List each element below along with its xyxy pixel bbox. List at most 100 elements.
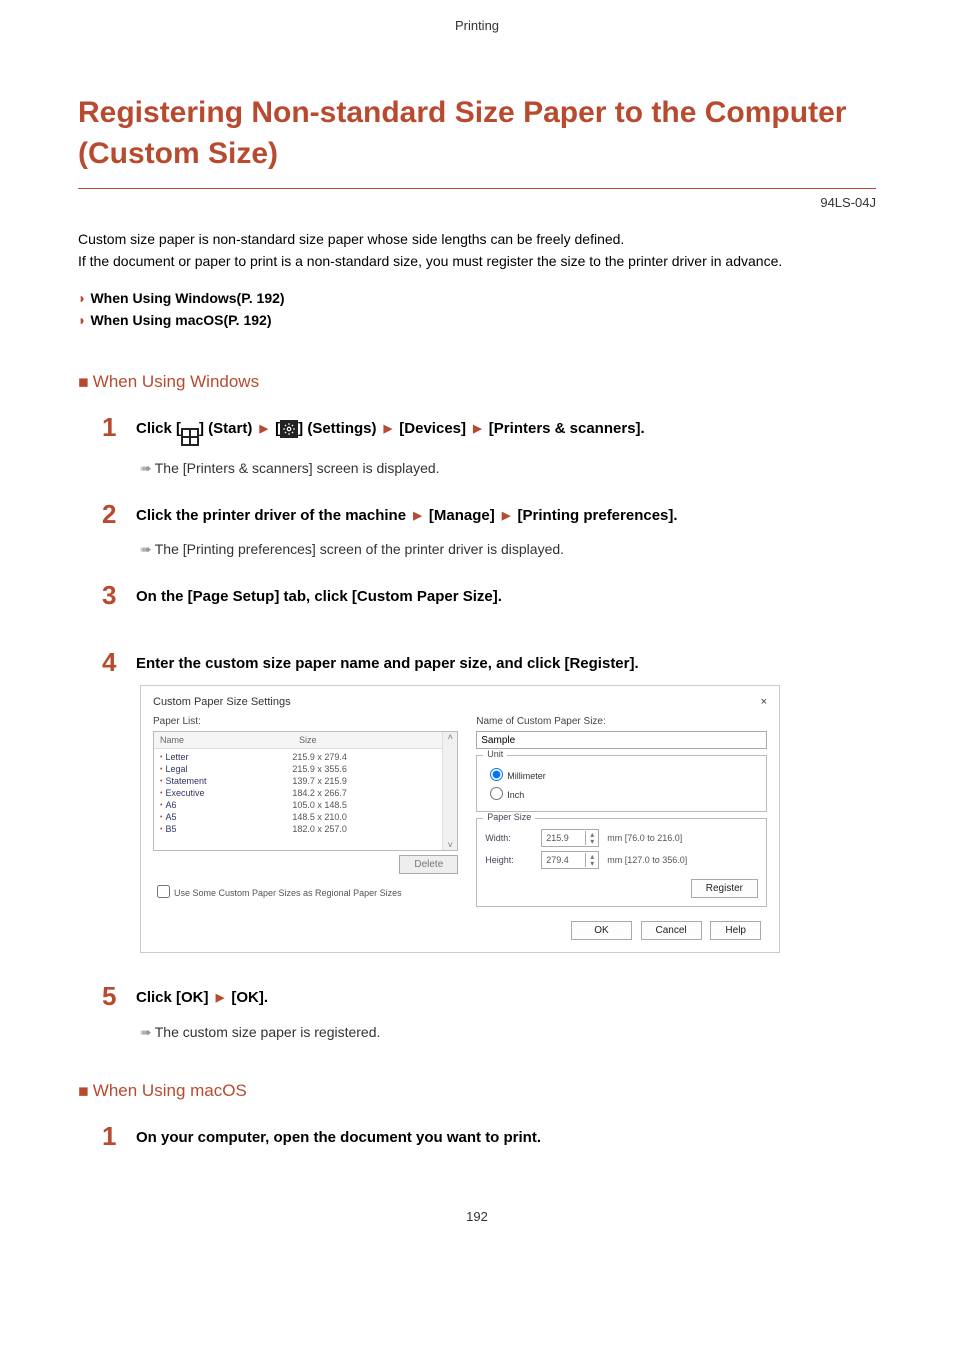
paper-row-size: 184.2 x 266.7 (292, 788, 451, 798)
result-arrow-icon: ➠ (140, 460, 151, 476)
paper-row-name: Letter (160, 752, 292, 762)
triangle-right-icon: ▶ (216, 992, 224, 1004)
settings-gear-icon (280, 420, 298, 438)
step-number-2: 2 (102, 501, 122, 527)
height-label: Height: (485, 855, 533, 865)
width-value: 215.9 (542, 833, 585, 843)
delete-button[interactable]: Delete (399, 855, 458, 874)
paper-list[interactable]: Name Size Letter215.9 x 279.4Legal215.9 … (153, 731, 458, 851)
dialog-title: Custom Paper Size Settings (153, 696, 291, 708)
step-3-text: On the [Page Setup] tab, click [Custom P… (136, 582, 502, 609)
width-range: mm [76.0 to 216.0] (607, 833, 682, 843)
triangle-right-icon: ▶ (473, 423, 481, 435)
windows-start-icon (181, 428, 199, 446)
step-4-text: Enter the custom size paper name and pap… (136, 649, 639, 676)
ok-button[interactable]: OK (571, 921, 631, 940)
intro-line2: If the document or paper to print is a n… (78, 253, 782, 269)
step1-devices: [Devices] (395, 420, 470, 437)
paper-row-name: Statement (160, 776, 292, 786)
toc-macos-label: When Using macOS(P. 192) (90, 312, 271, 328)
step-mac-1-text: On your computer, open the document you … (136, 1123, 541, 1150)
section-windows-heading: ◼When Using Windows (78, 372, 876, 392)
paper-size-group-label: Paper Size (483, 812, 535, 822)
custom-name-input[interactable] (476, 731, 767, 749)
step1-mid2: [ (271, 420, 280, 437)
play-bullet-icon: ◗ (78, 312, 86, 328)
step5-b: [OK]. (227, 989, 268, 1006)
spinner-arrows-icon[interactable]: ▴▾ (585, 853, 598, 867)
paper-row-name: A5 (160, 812, 292, 822)
document-code: 94LS-04J (78, 195, 876, 210)
paper-row-size: 139.7 x 215.9 (292, 776, 451, 786)
cancel-button[interactable]: Cancel (641, 921, 702, 940)
paper-list-row[interactable]: B5182.0 x 257.0 (154, 823, 457, 835)
paper-list-row[interactable]: Letter215.9 x 279.4 (154, 751, 457, 763)
unit-inch-label: Inch (507, 790, 524, 800)
paper-list-row[interactable]: Statement139.7 x 215.9 (154, 775, 457, 787)
toc-link-windows[interactable]: ◗When Using Windows(P. 192) (78, 287, 876, 309)
height-range: mm [127.0 to 356.0] (607, 855, 687, 865)
unit-inch-radio[interactable] (490, 787, 503, 800)
step-number-3: 3 (102, 582, 122, 608)
height-input[interactable]: 279.4▴▾ (541, 851, 599, 869)
page-number: 192 (78, 1209, 876, 1224)
unit-mm-label: Millimeter (507, 771, 546, 781)
step1-printers: [Printers & scanners]. (485, 420, 645, 437)
step5-a: Click [OK] (136, 989, 213, 1006)
page-title: Registering Non-standard Size Paper to t… (78, 93, 876, 189)
step2-a: Click the printer driver of the machine (136, 507, 410, 524)
paper-list-label: Paper List: (153, 716, 458, 727)
col-size-header: Size (293, 732, 457, 748)
paper-list-row[interactable]: A6105.0 x 148.5 (154, 799, 457, 811)
paper-row-size: 105.0 x 148.5 (292, 800, 451, 810)
intro-text: Custom size paper is non-standard size p… (78, 228, 876, 273)
step-number-4: 4 (102, 649, 122, 675)
paper-row-name: B5 (160, 824, 292, 834)
paper-list-row[interactable]: Legal215.9 x 355.6 (154, 763, 457, 775)
step2-manage: [Manage] (425, 507, 499, 524)
toc-link-macos[interactable]: ◗When Using macOS(P. 192) (78, 309, 876, 331)
paper-row-size: 215.9 x 355.6 (292, 764, 451, 774)
step-1-text: Click [] (Start) ▶ [] (Settings) ▶ [Devi… (136, 414, 645, 446)
paper-list-row[interactable]: Executive184.2 x 266.7 (154, 787, 457, 799)
custom-paper-size-dialog: Custom Paper Size Settings × Paper List:… (140, 685, 780, 953)
triangle-right-icon: ▶ (413, 510, 421, 522)
paper-row-size: 148.5 x 210.0 (292, 812, 451, 822)
scrollbar[interactable]: ˄˅ (442, 732, 457, 850)
col-name-header: Name (154, 732, 293, 748)
toc-windows-label: When Using Windows(P. 192) (90, 290, 284, 306)
custom-name-label: Name of Custom Paper Size: (476, 716, 767, 727)
paper-row-size: 182.0 x 257.0 (292, 824, 451, 834)
step-2-text: Click the printer driver of the machine … (136, 501, 678, 528)
regional-checkbox-label: Use Some Custom Paper Sizes as Regional … (174, 888, 402, 898)
register-button[interactable]: Register (691, 879, 758, 898)
result-arrow-icon: ➠ (140, 1024, 151, 1040)
play-bullet-icon: ◗ (78, 290, 86, 306)
paper-row-name: A6 (160, 800, 292, 810)
section-macos-label: When Using macOS (93, 1081, 247, 1100)
unit-group-label: Unit (483, 749, 507, 759)
step5-note-text: The custom size paper is registered. (155, 1024, 381, 1040)
unit-mm-radio[interactable] (490, 768, 503, 781)
spinner-arrows-icon[interactable]: ▴▾ (585, 831, 598, 845)
section-macos-heading: ◼When Using macOS (78, 1081, 876, 1101)
close-icon[interactable]: × (761, 696, 767, 708)
step-2-note: ➠The [Printing preferences] screen of th… (140, 541, 876, 558)
triangle-right-icon: ▶ (384, 423, 392, 435)
regional-checkbox[interactable] (157, 885, 170, 898)
width-input[interactable]: 215.9▴▾ (541, 829, 599, 847)
width-label: Width: (485, 833, 533, 843)
square-bullet-icon: ◼ (78, 374, 89, 389)
help-button[interactable]: Help (710, 921, 761, 940)
paper-row-name: Executive (160, 788, 292, 798)
step1-note-text: The [Printers & scanners] screen is disp… (155, 460, 440, 476)
step-1-note: ➠The [Printers & scanners] screen is dis… (140, 460, 876, 477)
triangle-right-icon: ▶ (502, 510, 510, 522)
step2-note-text: The [Printing preferences] screen of the… (155, 541, 564, 557)
result-arrow-icon: ➠ (140, 541, 151, 557)
paper-list-row[interactable]: A5148.5 x 210.0 (154, 811, 457, 823)
step1-mid1: ] (Start) (199, 420, 257, 437)
paper-row-size: 215.9 x 279.4 (292, 752, 451, 762)
intro-line1: Custom size paper is non-standard size p… (78, 231, 624, 247)
step2-pref: [Printing preferences]. (513, 507, 677, 524)
